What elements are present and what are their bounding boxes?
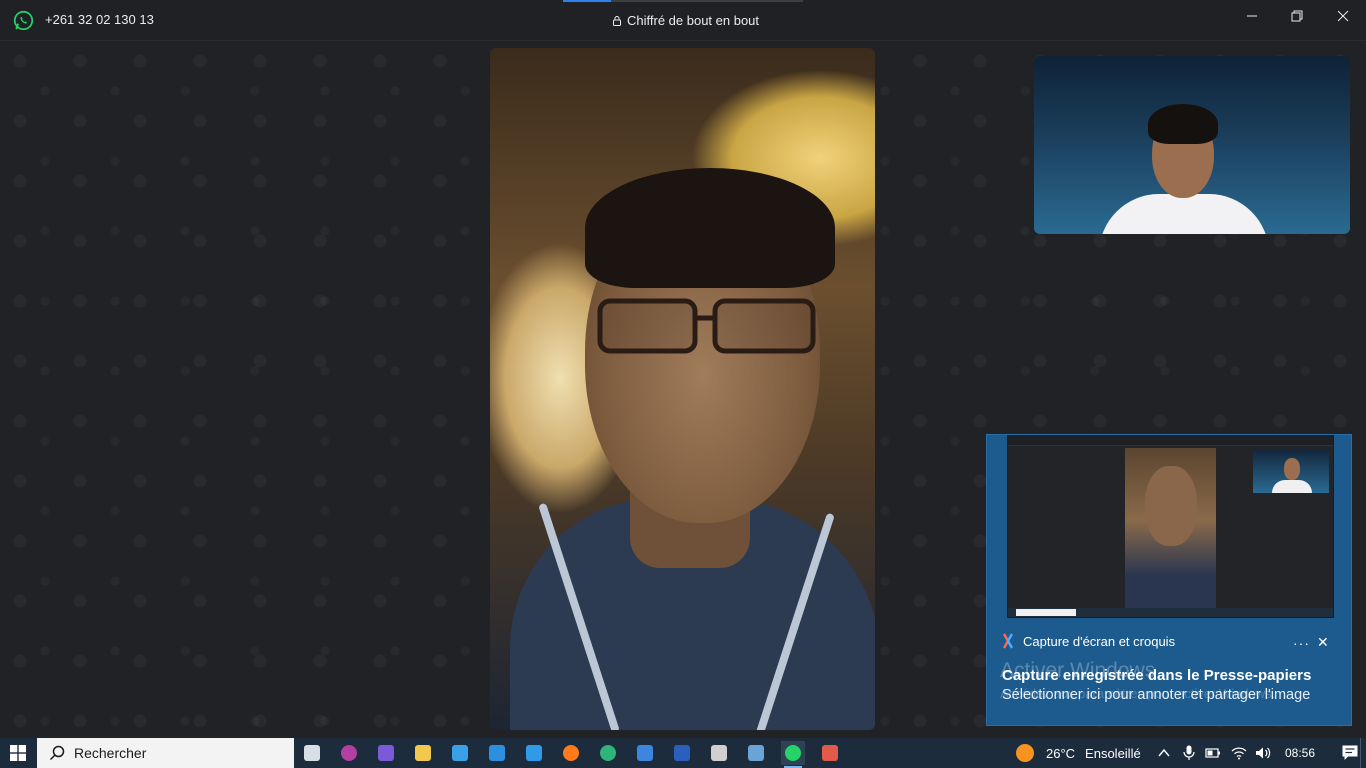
taskbar-app-store[interactable] bbox=[448, 741, 472, 765]
store-icon bbox=[452, 745, 468, 761]
taskbar-app-app-purple[interactable] bbox=[337, 741, 361, 765]
screenshot-thumbnail[interactable] bbox=[1007, 435, 1334, 618]
mail-icon bbox=[489, 745, 505, 761]
lock-icon bbox=[613, 15, 621, 26]
windows-logo-icon bbox=[10, 745, 26, 761]
call-progress-bar bbox=[563, 0, 803, 2]
activation-watermark-text: Accédez aux paramètres pour activer Wind… bbox=[1000, 686, 1276, 701]
close-window-button[interactable] bbox=[1320, 0, 1366, 32]
chevron-up-icon[interactable] bbox=[1157, 746, 1171, 760]
app-purple-icon bbox=[341, 745, 357, 761]
terminal-icon bbox=[711, 745, 727, 761]
taskbar-search[interactable]: Rechercher bbox=[37, 738, 294, 768]
thumbnail-self-face bbox=[1284, 458, 1300, 480]
taskbar-app-snip-sketch[interactable] bbox=[818, 741, 842, 765]
restore-icon bbox=[1291, 10, 1303, 22]
self-person-hair bbox=[1148, 104, 1218, 144]
weather-temp: 26°C bbox=[1046, 745, 1076, 761]
show-desktop-button[interactable] bbox=[1360, 738, 1366, 768]
task-view-icon bbox=[304, 745, 320, 761]
encryption-status: Chiffré de bout en bout bbox=[613, 13, 759, 28]
search-placeholder: Rechercher bbox=[74, 745, 147, 761]
firefox-icon bbox=[563, 745, 579, 761]
notifications-icon[interactable] bbox=[1341, 744, 1359, 762]
taskbar-clock[interactable]: 08:56 bbox=[1285, 746, 1315, 760]
thumbnail-titlebar bbox=[1008, 436, 1333, 446]
weather-text: Ensoleillé bbox=[1085, 745, 1141, 761]
glasses-shape bbox=[597, 298, 816, 354]
taskbar-app-whatsapp[interactable] bbox=[781, 741, 805, 768]
minimize-button[interactable] bbox=[1229, 0, 1275, 32]
minimize-icon bbox=[1247, 15, 1257, 17]
taskbar-app-file-explorer[interactable] bbox=[411, 741, 435, 765]
sun-icon bbox=[1016, 744, 1034, 762]
contact-number: +261 32 02 130 13 bbox=[45, 12, 154, 27]
whatsapp-icon bbox=[13, 10, 34, 31]
taskbar-app-firefox[interactable] bbox=[559, 741, 583, 765]
whatsapp-icon bbox=[785, 745, 801, 761]
toast-more-button[interactable]: ··· bbox=[1293, 635, 1310, 651]
remote-person-hair bbox=[585, 168, 835, 288]
taskbar-app-app-stripe[interactable] bbox=[374, 741, 398, 765]
taskbar-app-visual-studio[interactable] bbox=[633, 741, 657, 765]
thumbnail-self-body bbox=[1272, 480, 1312, 493]
search-icon bbox=[49, 745, 65, 761]
system-tray: 08:56 bbox=[1157, 738, 1359, 768]
call-progress-fill bbox=[563, 0, 611, 2]
taskbar-app-word[interactable] bbox=[670, 741, 694, 765]
encryption-label: Chiffré de bout en bout bbox=[627, 13, 760, 28]
self-person-shirt bbox=[1099, 194, 1269, 234]
file-explorer-icon bbox=[415, 745, 431, 761]
toast-close-button[interactable]: ✕ bbox=[1317, 634, 1329, 651]
taskbar-app-edge[interactable] bbox=[596, 741, 620, 765]
vscode-icon bbox=[526, 745, 542, 761]
self-video-feed[interactable] bbox=[1034, 56, 1350, 234]
taskbar-app-task-view[interactable] bbox=[300, 741, 324, 765]
volume-icon[interactable] bbox=[1255, 746, 1271, 760]
wifi-icon[interactable] bbox=[1231, 746, 1247, 760]
taskbar-app-mail[interactable] bbox=[485, 741, 509, 765]
edge-icon bbox=[600, 745, 616, 761]
toast-app-name: Capture d'écran et croquis bbox=[1023, 633, 1176, 649]
snip-sketch-icon bbox=[1002, 633, 1014, 649]
restore-button[interactable] bbox=[1274, 0, 1320, 32]
postgres-icon bbox=[748, 745, 764, 761]
app-stripe-icon bbox=[378, 745, 394, 761]
battery-icon[interactable] bbox=[1205, 747, 1221, 759]
taskbar-app-vscode[interactable] bbox=[522, 741, 546, 765]
taskbar-app-terminal[interactable] bbox=[707, 741, 731, 765]
remote-video-feed bbox=[490, 48, 875, 730]
toast-app-header: Capture d'écran et croquis bbox=[1001, 633, 1175, 649]
visual-studio-icon bbox=[637, 745, 653, 761]
word-icon bbox=[674, 745, 690, 761]
snip-sketch-icon bbox=[822, 745, 838, 761]
taskbar-app-postgres[interactable] bbox=[744, 741, 768, 765]
close-icon bbox=[1337, 10, 1349, 22]
call-titlebar: +261 32 02 130 13 Chiffré de bout en bou… bbox=[0, 0, 1366, 41]
weather-widget[interactable]: 26°C Ensoleillé bbox=[1015, 738, 1141, 768]
microphone-icon[interactable] bbox=[1183, 745, 1195, 761]
thumbnail-search bbox=[1016, 609, 1076, 616]
thumbnail-face bbox=[1145, 466, 1197, 546]
activation-watermark-title: Activer Windows bbox=[1000, 659, 1156, 682]
start-button[interactable] bbox=[0, 738, 36, 768]
windows-taskbar: Rechercher 26°C Ensoleillé 08:56 bbox=[0, 738, 1366, 768]
